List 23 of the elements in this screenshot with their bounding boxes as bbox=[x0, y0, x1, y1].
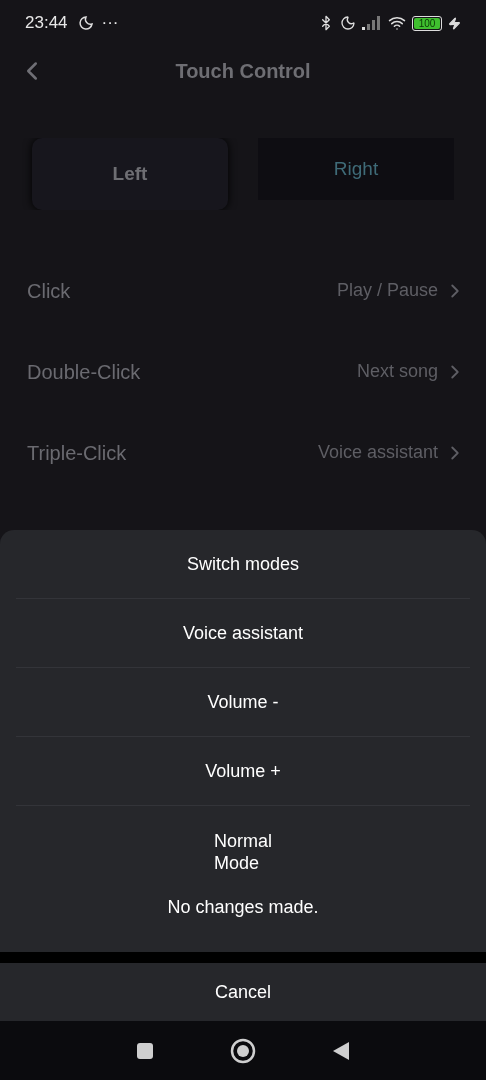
home-button[interactable] bbox=[230, 1037, 256, 1064]
setting-label: Click bbox=[27, 278, 71, 304]
setting-label: Double-Click bbox=[27, 359, 141, 385]
option-item[interactable]: Voice assistant bbox=[182, 622, 304, 644]
charging-icon bbox=[448, 16, 461, 30]
recent-apps-button[interactable] bbox=[136, 1041, 154, 1060]
option-item[interactable]: Switch modes bbox=[186, 553, 299, 575]
status-time: 23:44 bbox=[25, 12, 68, 35]
toast-message: No changes made. bbox=[167, 896, 319, 919]
cancel-button[interactable]: Cancel bbox=[0, 963, 486, 1021]
page-title: Touch Control bbox=[175, 59, 311, 84]
option-item[interactable]: Volume + bbox=[205, 760, 281, 782]
option-item[interactable]: Normal Mode bbox=[214, 830, 272, 874]
more-indicator: ··· bbox=[101, 12, 119, 35]
side-tab[interactable]: Left bbox=[32, 138, 228, 210]
back-nav-button[interactable] bbox=[332, 1040, 350, 1061]
wifi-icon bbox=[388, 14, 406, 32]
signal-icon bbox=[362, 16, 382, 30]
setting-label: Triple-Click bbox=[27, 440, 127, 466]
battery-icon: 100 bbox=[412, 15, 442, 31]
moon-icon bbox=[340, 15, 356, 31]
option-item[interactable]: Volume - bbox=[207, 691, 279, 713]
moon-icon bbox=[77, 15, 94, 31]
